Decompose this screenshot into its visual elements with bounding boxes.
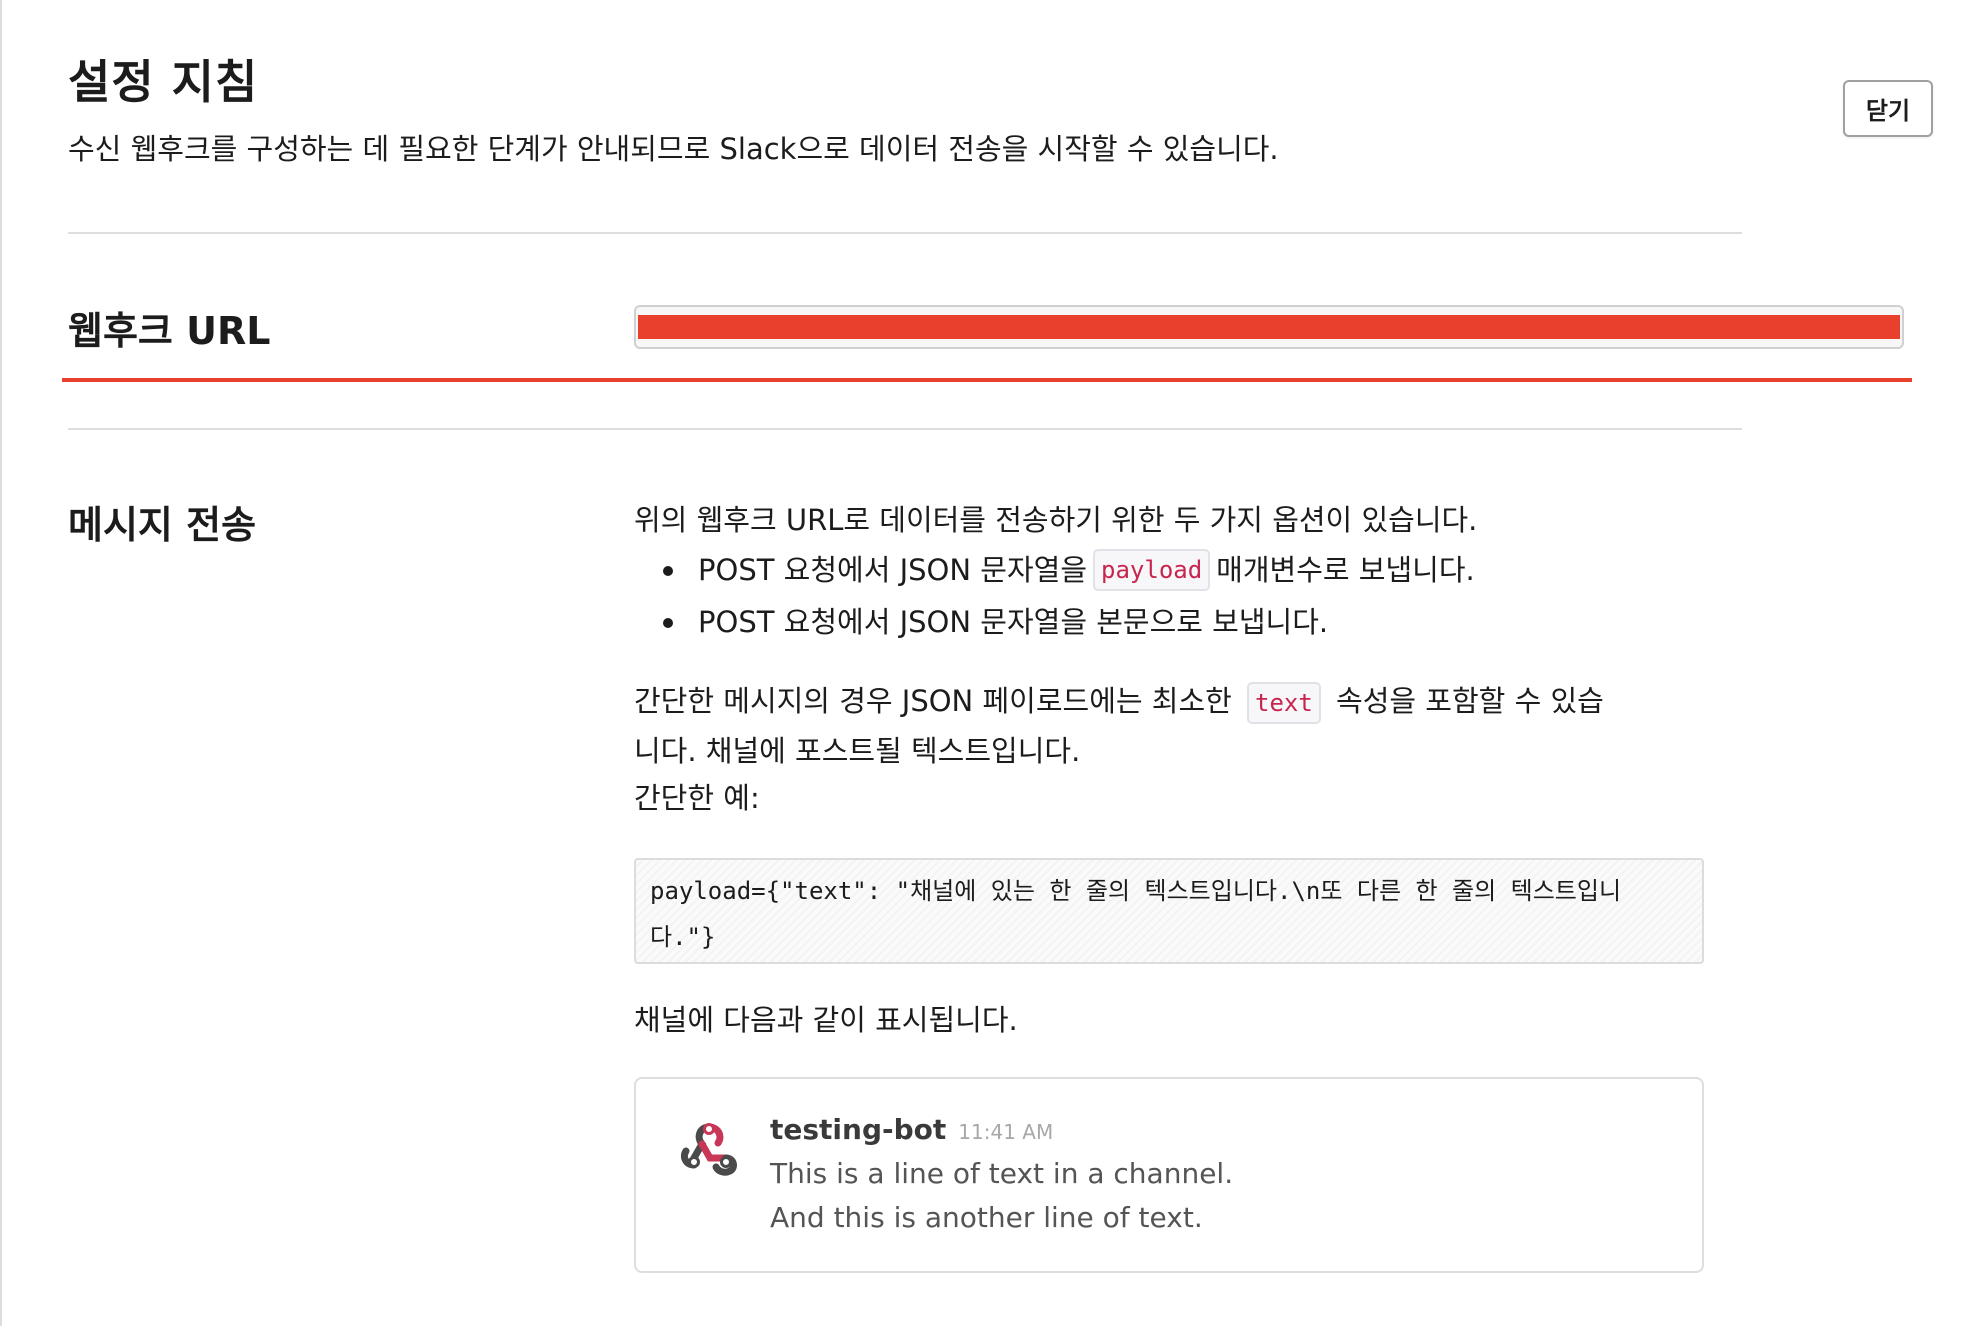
list-item: POST 요청에서 JSON 문자열을 payload 매개변수로 보냅니다.: [650, 544, 1730, 596]
send-intro-text: 위의 웹후크 URL로 데이터를 전송하기 위한 두 가지 옵션이 있습니다.: [634, 503, 1478, 537]
message-line: This is a line of text in a channel.: [770, 1157, 1234, 1190]
webhook-icon: [680, 1123, 737, 1176]
bullet-text: POST 요청에서 JSON 문자열을 본문으로 보냅니다.: [698, 605, 1329, 639]
bullet-icon: [663, 566, 673, 576]
message-line: And this is another line of text.: [770, 1201, 1203, 1234]
code-line: payload={"text": "채널에 있는 한 줄의 텍스트입니다.\n또…: [650, 877, 1622, 905]
message-preview: testing-bot 11:41 AM This is a line of te…: [634, 1077, 1704, 1273]
example-label: 간단한 예:: [634, 781, 760, 815]
simple-text-pre: 간단한 메시지의 경우 JSON 페이로드에는 최소한: [634, 684, 1232, 718]
send-message-label: 메시지 전송: [68, 503, 257, 547]
payload-code: payload: [1093, 549, 1211, 591]
redaction-underline: [62, 378, 1912, 382]
display-label: 채널에 다음과 같이 표시됩니다.: [634, 1003, 1018, 1037]
bullet-text: POST 요청에서 JSON 문자열을: [698, 553, 1088, 587]
page-title: 설정 지침: [68, 55, 259, 109]
simple-message-text: 간단한 메시지의 경우 JSON 페이로드에는 최소한 text 속성을 포함할…: [634, 676, 1714, 776]
send-options-list: POST 요청에서 JSON 문자열을 payload 매개변수로 보냅니다. …: [650, 544, 1730, 648]
webhook-url-field[interactable]: [634, 305, 1904, 349]
bullet-icon: [663, 618, 673, 628]
webhook-url-label: 웹후크 URL: [68, 309, 271, 353]
text-code: text: [1247, 682, 1321, 724]
close-button[interactable]: 닫기: [1843, 80, 1933, 137]
example-code-block: payload={"text": "채널에 있는 한 줄의 텍스트입니다.\n또…: [634, 858, 1704, 964]
bot-name[interactable]: testing-bot 11:41 AM: [770, 1113, 1053, 1146]
simple-text-post: 속성을 포함할 수 있습: [1336, 684, 1604, 718]
page-subtitle: 수신 웹후크를 구성하는 데 필요한 단계가 안내되므로 Slack으로 데이터…: [68, 132, 1279, 166]
message-timestamp: 11:41 AM: [958, 1120, 1054, 1144]
code-line: 다."}: [650, 923, 716, 951]
bullet-text: 매개변수로 보냅니다.: [1216, 553, 1475, 587]
url-redaction-bar: [638, 315, 1900, 339]
bot-name-text: testing-bot: [770, 1113, 947, 1146]
simple-text-line2: 니다. 채널에 포스트될 텍스트입니다.: [634, 734, 1081, 768]
list-item: POST 요청에서 JSON 문자열을 본문으로 보냅니다.: [650, 596, 1730, 648]
section-divider: [68, 232, 1742, 234]
section-divider: [68, 428, 1742, 430]
setup-instructions-page: 설정 지침 수신 웹후크를 구성하는 데 필요한 단계가 안내되므로 Slack…: [0, 0, 1970, 1326]
